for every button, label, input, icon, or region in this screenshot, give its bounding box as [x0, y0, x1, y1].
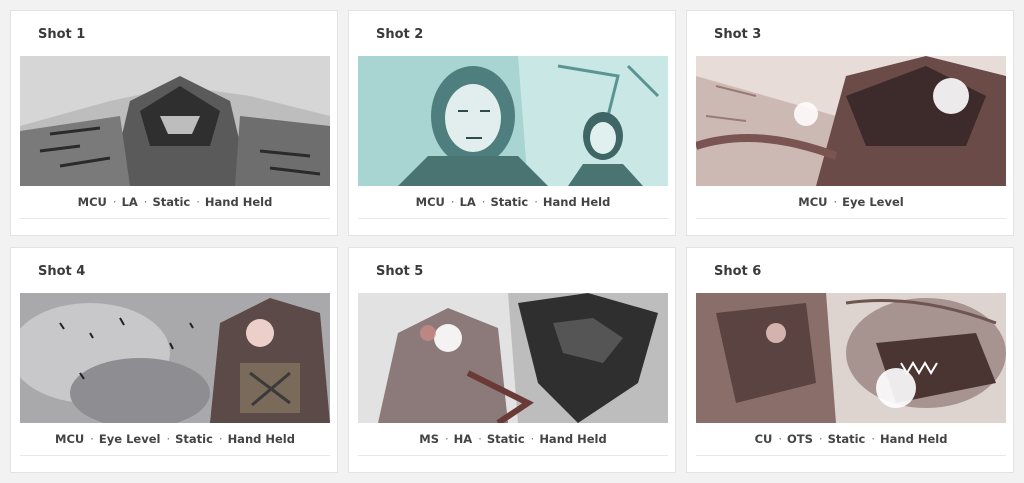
divider: [696, 218, 1006, 219]
shot-tag: Hand Held: [880, 432, 948, 446]
shot-title: Shot 4: [38, 264, 86, 279]
shot-tag: Hand Held: [227, 432, 295, 446]
shot-tag: Static: [152, 195, 191, 209]
shot-tags: MS · HA · Static · Hand Held: [419, 432, 607, 446]
shot-card[interactable]: Shot 6 CU · OTS · Static · Hand Held: [686, 247, 1014, 473]
shot-title: Shot 3: [714, 27, 762, 42]
divider: [358, 218, 668, 219]
shot-title: Shot 2: [376, 27, 424, 42]
shot-tags: CU · OTS · Static · Hand Held: [754, 432, 948, 446]
shot-frame-image[interactable]: [696, 293, 1006, 423]
shot-tag: Hand Held: [539, 432, 607, 446]
shot-frame-image[interactable]: [358, 293, 668, 423]
shot-frame-image[interactable]: [358, 56, 668, 186]
shot-tag: MCU: [415, 195, 445, 209]
shot-tag: MCU: [77, 195, 107, 209]
shot-tag: MCU: [55, 432, 85, 446]
shot-frame-image[interactable]: [20, 293, 330, 423]
shot-title: Shot 1: [38, 27, 86, 42]
divider: [358, 455, 668, 456]
shot-tag: MS: [419, 432, 440, 446]
shot-tag: CU: [754, 432, 773, 446]
shot-card[interactable]: Shot 2 MCU · LA · Static · Hand Held: [348, 10, 676, 236]
shot-card[interactable]: Shot 5 MS · HA · Static · Hand Held: [348, 247, 676, 473]
shot-frame-image[interactable]: [696, 56, 1006, 186]
shot-card[interactable]: Shot 4 MCU · Eye Level · Static · Hand Held: [10, 247, 338, 473]
shot-tag: Eye Level: [98, 432, 161, 446]
shot-tag: Eye Level: [842, 195, 904, 209]
shot-tag: MCU: [798, 195, 828, 209]
shot-card[interactable]: Shot 3 MCU · Eye Level: [686, 10, 1014, 236]
shot-tags: MCU · LA · Static · Hand Held: [415, 195, 611, 209]
storyboard-grid: Shot 1 MCU · LA · Static · Hand Held Shot 2: [0, 0, 1024, 483]
shot-tag: LA: [121, 195, 138, 209]
shot-title: Shot 6: [714, 264, 762, 279]
shot-tags: MCU · LA · Static · Hand Held: [77, 195, 273, 209]
divider: [696, 455, 1006, 456]
shot-tags: MCU · Eye Level: [798, 195, 904, 209]
shot-tag: Static: [490, 195, 529, 209]
shot-tag: Hand Held: [542, 195, 611, 209]
shot-tags: MCU · Eye Level · Static · Hand Held: [55, 432, 295, 446]
shot-tag: LA: [459, 195, 476, 209]
shot-tag: OTS: [787, 432, 813, 446]
divider: [20, 218, 330, 219]
shot-tag: Static: [486, 432, 525, 446]
shot-card[interactable]: Shot 1 MCU · LA · Static · Hand Held: [10, 10, 338, 236]
shot-tag: Static: [827, 432, 866, 446]
divider: [20, 455, 330, 456]
shot-title: Shot 5: [376, 264, 424, 279]
shot-tag: Hand Held: [204, 195, 273, 209]
shot-frame-image[interactable]: [20, 56, 330, 186]
shot-tag: HA: [453, 432, 473, 446]
shot-tag: Static: [175, 432, 213, 446]
